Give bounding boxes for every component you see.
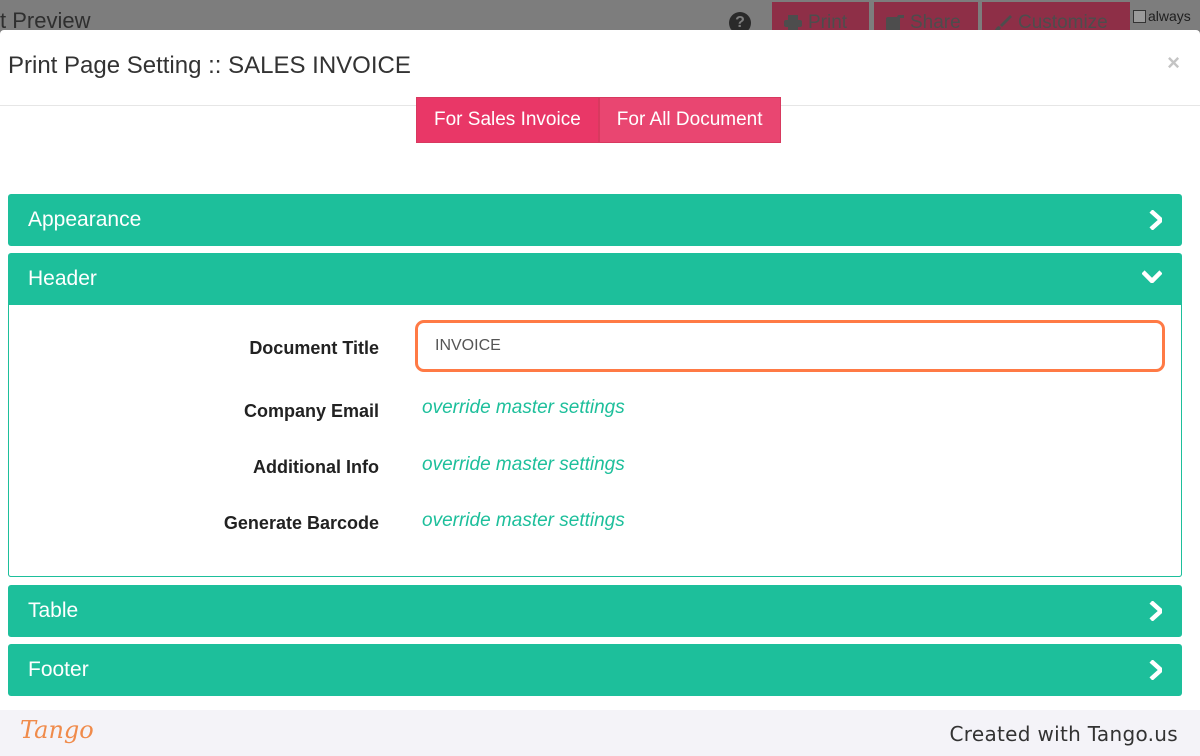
document-scope-toggle: For Sales Invoice For All Document	[416, 97, 781, 143]
chevron-right-icon	[1149, 601, 1162, 621]
always-checkbox[interactable]: always	[1133, 8, 1191, 24]
panel-appearance-label: Appearance	[28, 208, 142, 231]
additional-info-label: Additional Info	[253, 457, 379, 477]
created-with-text: Created with Tango.us	[949, 722, 1178, 746]
brush-icon	[994, 15, 1012, 31]
checkbox-box[interactable]	[1133, 9, 1146, 23]
modal-title: Print Page Setting :: SALES INVOICE	[8, 52, 411, 79]
panel-table-label: Table	[28, 599, 79, 622]
share-icon	[886, 15, 904, 31]
panel-table[interactable]: Table	[8, 585, 1182, 637]
panel-header: Header Document Title Company Email over…	[8, 253, 1182, 577]
chevron-down-icon	[1142, 270, 1162, 283]
printer-icon	[784, 15, 802, 31]
company-email-override-link[interactable]: override master settings	[422, 397, 625, 419]
chevron-right-icon	[1149, 210, 1162, 230]
tango-footer: Tango Created with Tango.us	[0, 710, 1200, 756]
modal-header: Print Page Setting :: SALES INVOICE ×	[0, 30, 1200, 106]
panel-header-header[interactable]: Header	[8, 253, 1182, 305]
document-title-input[interactable]	[415, 320, 1165, 372]
generate-barcode-override-link[interactable]: override master settings	[422, 510, 625, 532]
panel-header-label: Header	[28, 267, 97, 290]
panel-table-header[interactable]: Table	[8, 585, 1182, 637]
additional-info-override-link[interactable]: override master settings	[422, 454, 625, 476]
chevron-right-icon	[1149, 660, 1162, 680]
document-title-label: Document Title	[249, 338, 379, 358]
panel-header-body: Document Title Company Email override ma…	[8, 305, 1182, 577]
toggle-for-all-document[interactable]: For All Document	[598, 97, 781, 143]
close-icon[interactable]: ×	[1167, 50, 1180, 76]
panel-footer[interactable]: Footer	[8, 644, 1182, 696]
panel-footer-header[interactable]: Footer	[8, 644, 1182, 696]
toggle-for-sales-invoice[interactable]: For Sales Invoice	[416, 97, 599, 143]
company-email-label: Company Email	[243, 401, 379, 421]
panel-footer-label: Footer	[28, 658, 89, 681]
always-label: always	[1148, 8, 1191, 24]
panel-appearance[interactable]: Appearance	[8, 194, 1182, 246]
tango-logo: Tango	[20, 716, 94, 744]
panel-appearance-header[interactable]: Appearance	[8, 194, 1182, 246]
generate-barcode-label: Generate Barcode	[223, 513, 379, 533]
